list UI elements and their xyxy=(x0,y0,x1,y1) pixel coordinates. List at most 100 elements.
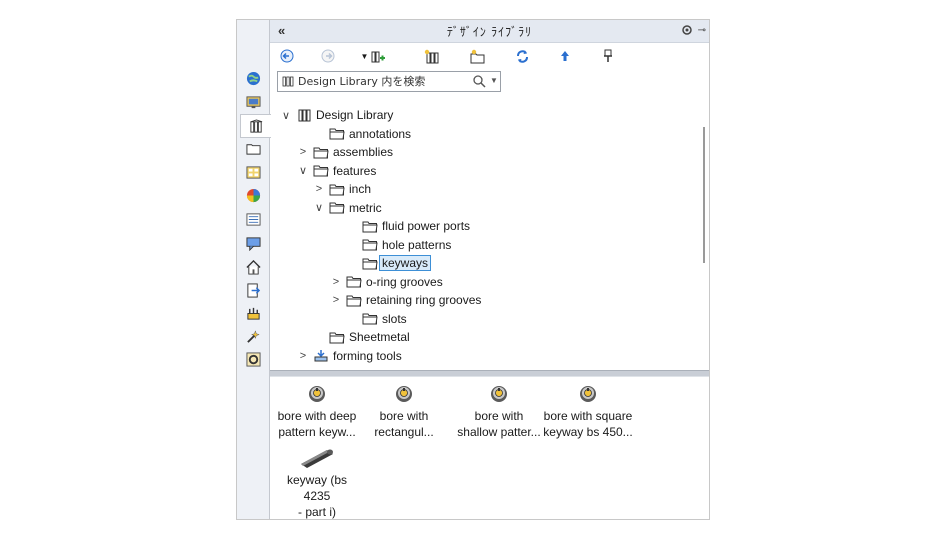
folder-icon xyxy=(313,147,329,158)
tree-item-label: inch xyxy=(349,182,372,196)
appearance-ball-icon xyxy=(246,188,260,202)
expand-toggle[interactable]: ∨ xyxy=(297,164,309,177)
back-arrow-icon xyxy=(280,49,294,63)
tree-item-annotations[interactable]: annotations xyxy=(313,125,411,143)
tree-item-inch[interactable]: > inch xyxy=(313,180,371,198)
keyway-part-icon xyxy=(301,449,333,468)
pin-icon[interactable]: ⊸ xyxy=(698,25,706,36)
library-add-icon xyxy=(424,49,438,63)
tab-monitor[interactable] xyxy=(242,92,264,112)
add-to-library-button[interactable]: ▼ xyxy=(360,48,386,64)
tab-custom-properties[interactable] xyxy=(242,209,264,229)
tree-vertical-scrollbar[interactable] xyxy=(703,127,705,263)
tab-solidworks-resources[interactable] xyxy=(242,303,264,323)
tab-resources[interactable] xyxy=(242,68,264,88)
library-item[interactable]: bore with shallow patter... xyxy=(454,382,544,440)
library-item[interactable]: bore with rectangul... xyxy=(359,382,449,440)
tree-item-fluid-power-ports[interactable]: fluid power ports xyxy=(346,217,470,235)
tree-item-label: assemblies xyxy=(333,145,394,159)
gear-box-icon xyxy=(245,351,261,367)
library-item-label-line2: pattern keyw... xyxy=(278,425,356,439)
library-search-box[interactable]: ▼ xyxy=(277,71,501,92)
folder-icon xyxy=(346,295,362,306)
folder-icon xyxy=(329,128,345,140)
refresh-button[interactable] xyxy=(514,48,530,64)
tree-item-hole-patterns[interactable]: hole patterns xyxy=(346,236,451,254)
tab-view-palette[interactable] xyxy=(242,162,264,182)
back-button[interactable] xyxy=(279,48,295,64)
property-list-icon xyxy=(245,212,261,226)
tree-item-forming-tools[interactable]: > forming tools xyxy=(297,347,402,365)
library-books-icon xyxy=(249,118,262,133)
chat-screen-icon xyxy=(245,236,261,251)
expand-toggle[interactable]: ∨ xyxy=(280,109,292,122)
tree-item-label: forming tools xyxy=(333,348,402,363)
tab-file-explorer[interactable] xyxy=(242,138,264,158)
add-to-library-icon xyxy=(371,51,386,62)
add-file-location-button[interactable] xyxy=(423,48,439,64)
library-item[interactable]: bore with deep pattern keyw... xyxy=(272,382,362,440)
tree-item-design-library[interactable]: ∨ Design Library xyxy=(280,106,393,124)
create-new-folder-button[interactable] xyxy=(469,48,485,64)
tree-item-sheetmetal[interactable]: Sheetmetal xyxy=(313,328,410,346)
wizard-icon xyxy=(246,329,260,343)
library-books-icon xyxy=(282,76,294,87)
pin-view-button[interactable] xyxy=(600,48,616,64)
up-arrow-icon xyxy=(561,51,569,61)
tree-item-keyways[interactable]: keyways xyxy=(346,254,432,272)
tree-item-label: slots xyxy=(382,311,407,326)
tree-item-label: hole patterns xyxy=(382,237,452,252)
forward-arrow-icon xyxy=(321,49,335,63)
tab-appearances[interactable] xyxy=(242,185,264,205)
library-item-label-line1: bore with deep xyxy=(277,409,357,423)
tree-item-label: metric xyxy=(349,200,382,215)
tree-item-label: fluid power ports xyxy=(382,219,471,233)
tree-item-label: Sheetmetal xyxy=(349,330,410,344)
search-options-dropdown[interactable]: ▼ xyxy=(490,76,498,85)
expand-toggle[interactable]: ∨ xyxy=(313,201,325,214)
tab-mechanism[interactable] xyxy=(242,349,264,369)
feature-bore-icon xyxy=(396,386,412,402)
folder-icon xyxy=(362,221,378,232)
folder-icon xyxy=(245,143,261,155)
library-item-label-line1: bore with xyxy=(379,409,429,423)
tree-item-label: features xyxy=(333,163,377,178)
tree-item-metric[interactable]: ∨ metric xyxy=(313,199,382,217)
tree-item-o-ring-grooves[interactable]: > o-ring grooves xyxy=(330,273,443,291)
library-item-label-line2: keyway bs 450... xyxy=(543,425,633,439)
tab-home[interactable] xyxy=(242,257,264,277)
globe-icon xyxy=(246,71,260,85)
expand-toggle[interactable]: > xyxy=(330,276,342,288)
tab-design-library[interactable] xyxy=(240,114,271,138)
library-item-label-line2: - part i) xyxy=(297,505,336,519)
tab-recordings[interactable] xyxy=(242,326,264,346)
expand-toggle[interactable]: > xyxy=(297,350,309,362)
dropdown-arrow-icon: ▼ xyxy=(360,51,369,61)
tree-item-label: retaining ring grooves xyxy=(366,293,482,307)
monitor-icon xyxy=(245,95,261,108)
expand-toggle[interactable]: > xyxy=(313,183,325,195)
tree-item-label: Design Library xyxy=(316,108,394,122)
new-folder-icon xyxy=(470,49,484,63)
panel-title: ﾃﾞｻﾞｲﾝ ﾗｲﾌﾞﾗﾘ xyxy=(446,24,533,39)
folder-icon xyxy=(329,202,345,214)
forward-button[interactable] xyxy=(320,48,336,64)
folder-icon xyxy=(329,332,345,343)
tree-item-retaining-ring-grooves[interactable]: > retaining ring grooves xyxy=(330,291,482,309)
library-item[interactable]: keyway (bs 4235 - part i) xyxy=(272,446,362,520)
search-input[interactable] xyxy=(298,73,458,89)
tab-3d-content[interactable] xyxy=(242,280,264,300)
tree-item-features[interactable]: ∨ features xyxy=(297,162,376,180)
library-item[interactable]: bore with square keyway bs 450... xyxy=(543,382,633,440)
forming-tools-icon xyxy=(314,350,328,362)
search-icon[interactable] xyxy=(473,75,486,88)
tab-forum[interactable] xyxy=(242,233,264,253)
expand-toggle[interactable]: > xyxy=(330,294,342,306)
expand-toggle[interactable]: > xyxy=(297,146,309,158)
tree-item-slots[interactable]: slots xyxy=(346,310,407,328)
folder-icon xyxy=(346,276,362,288)
up-level-button[interactable] xyxy=(557,48,573,64)
gear-icon[interactable] xyxy=(681,24,693,36)
folder-icon xyxy=(313,165,329,177)
tree-item-assemblies[interactable]: > assemblies xyxy=(297,143,393,161)
